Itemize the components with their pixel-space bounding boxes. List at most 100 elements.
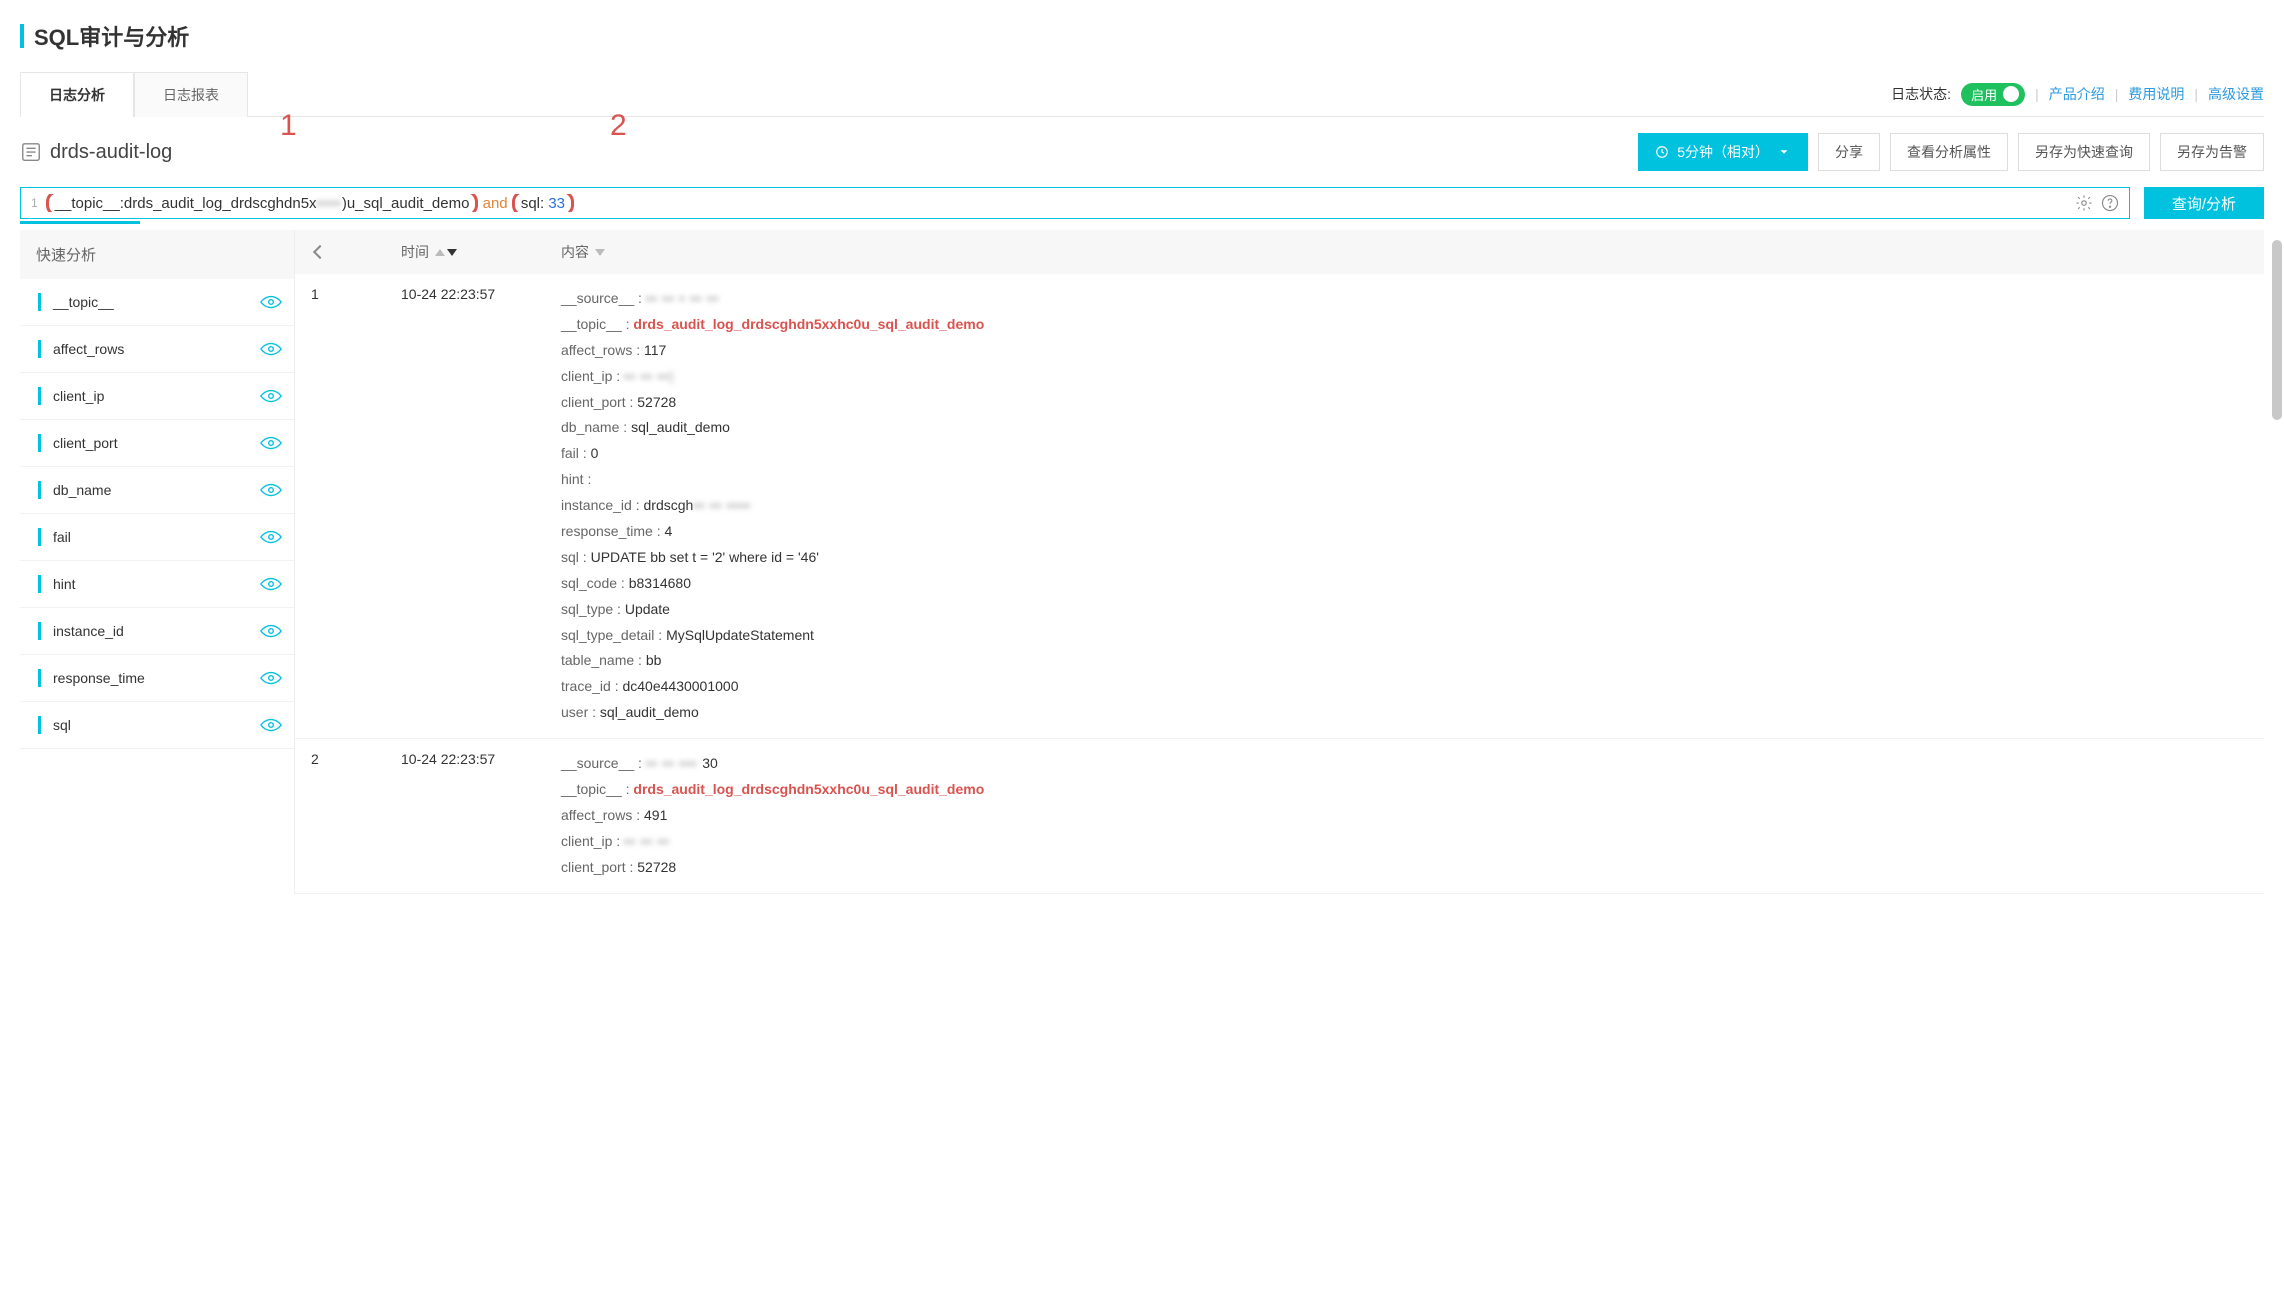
log-field: fail : 0 xyxy=(561,441,2248,467)
page-title: SQL审计与分析 xyxy=(34,20,189,52)
field-name: instance_id xyxy=(53,623,260,639)
chevron-down-icon xyxy=(1777,145,1791,159)
log-field: sql_type_detail : MySqlUpdateStatement xyxy=(561,623,2248,649)
time-range-button[interactable]: 5分钟（相对） xyxy=(1638,133,1808,171)
link-product-intro[interactable]: 产品介绍 xyxy=(2049,84,2105,104)
query-attributes-button[interactable]: 查看分析属性 xyxy=(1890,133,2008,171)
logstore-name: drds-audit-log xyxy=(20,141,172,164)
log-field: client_ip : ▪▪ ▪▪ ▪▪| xyxy=(561,364,2248,390)
share-button[interactable]: 分享 xyxy=(1818,133,1880,171)
log-field: __source__ : ▪▪ ▪▪ ▪▪▪ 30 xyxy=(561,751,2248,777)
log-field: __topic__ : drds_audit_log_drdscghdn5xxh… xyxy=(561,777,2248,803)
field-item-response_time[interactable]: response_time xyxy=(20,655,294,702)
toggle-text: 启用 xyxy=(1971,85,1997,104)
log-field: client_ip : ▪▪ ▪▪ ▪▪ xyxy=(561,829,2248,855)
sidebar-title: 快速分析 xyxy=(20,230,294,279)
query-input[interactable]: 1 __topic__:drds_audit_log_drdscghdn5x▪▪… xyxy=(20,187,2130,219)
column-header-content[interactable]: 内容 xyxy=(561,242,2248,262)
log-field: client_port : 52728 xyxy=(561,390,2248,416)
log-field: sql_type : Update xyxy=(561,597,2248,623)
row-index: 1 xyxy=(311,286,401,726)
page-title-bar: SQL审计与分析 xyxy=(20,10,2264,72)
log-field: sql : UPDATE bb set t = '2' where id = '… xyxy=(561,545,2248,571)
field-name: client_ip xyxy=(53,388,260,404)
field-name: client_port xyxy=(53,435,260,451)
log-field: __topic__ : drds_audit_log_drdscghdn5xxh… xyxy=(561,312,2248,338)
field-item-__topic__[interactable]: __topic__ xyxy=(20,279,294,326)
row-time: 10-24 22:23:57 xyxy=(401,286,561,726)
link-advanced-settings[interactable]: 高级设置 xyxy=(2208,84,2264,104)
clock-icon xyxy=(1655,145,1669,159)
logstore-icon xyxy=(20,141,42,163)
log-field: user : sql_audit_demo xyxy=(561,700,2248,726)
field-name: response_time xyxy=(53,670,260,686)
eye-icon[interactable] xyxy=(260,530,282,544)
log-field: response_time : 4 xyxy=(561,519,2248,545)
eye-icon[interactable] xyxy=(260,389,282,403)
result-row: 1 10-24 22:23:57 __source__ : ▪▪ ▪▪ ▪ ▪▪… xyxy=(295,274,2264,739)
row-time: 10-24 22:23:57 xyxy=(401,751,561,880)
log-status-label: 日志状态: xyxy=(1891,84,1951,104)
save-as-search-button[interactable]: 另存为快速查询 xyxy=(2018,133,2150,171)
eye-icon[interactable] xyxy=(260,295,282,309)
help-icon[interactable] xyxy=(2101,194,2119,212)
field-item-sql[interactable]: sql xyxy=(20,702,294,749)
query-submit-button[interactable]: 查询/分析 xyxy=(2144,187,2264,219)
log-field: __source__ : ▪▪ ▪▪ ▪ ▪▪ ▪▪ xyxy=(561,286,2248,312)
log-field: hint : xyxy=(561,467,2248,493)
tab-log-report[interactable]: 日志报表 xyxy=(134,72,248,117)
row-content: __source__ : ▪▪ ▪▪ ▪ ▪▪ ▪▪__topic__ : dr… xyxy=(561,286,2248,726)
log-field: trace_id : dc40e4430001000 xyxy=(561,674,2248,700)
link-billing-info[interactable]: 费用说明 xyxy=(2128,84,2184,104)
accent-stripe xyxy=(20,24,24,48)
separator: | xyxy=(2035,86,2039,102)
field-item-db_name[interactable]: db_name xyxy=(20,467,294,514)
field-item-affect_rows[interactable]: affect_rows xyxy=(20,326,294,373)
result-row: 2 10-24 22:23:57 __source__ : ▪▪ ▪▪ ▪▪▪ … xyxy=(295,739,2264,893)
save-as-alert-button[interactable]: 另存为告警 xyxy=(2160,133,2264,171)
line-number: 1 xyxy=(31,196,38,210)
log-field: client_port : 52728 xyxy=(561,855,2248,881)
field-name: affect_rows xyxy=(53,341,260,357)
field-item-client_ip[interactable]: client_ip xyxy=(20,373,294,420)
field-name: hint xyxy=(53,576,260,592)
log-field: affect_rows : 117 xyxy=(561,338,2248,364)
tab-log-analysis[interactable]: 日志分析 xyxy=(20,72,134,117)
field-item-instance_id[interactable]: instance_id xyxy=(20,608,294,655)
sort-icon xyxy=(435,249,457,256)
quick-analysis-sidebar: 快速分析 __topic__ affect_rows client_ipclient… xyxy=(20,230,295,894)
query-accent-underline xyxy=(20,221,140,224)
log-field: sql_code : b8314680 xyxy=(561,571,2248,597)
field-name: db_name xyxy=(53,482,260,498)
field-item-client_port[interactable]: client_port xyxy=(20,420,294,467)
eye-icon[interactable] xyxy=(260,624,282,638)
field-name: fail xyxy=(53,529,260,545)
results-panel: 时间 内容 1 10-24 22:23:57 __source__ : ▪▪ ▪… xyxy=(295,230,2264,894)
field-item-fail[interactable]: fail xyxy=(20,514,294,561)
separator: | xyxy=(2194,86,2198,102)
eye-icon[interactable] xyxy=(260,436,282,450)
eye-icon[interactable] xyxy=(260,718,282,732)
prev-page-button[interactable] xyxy=(311,244,401,260)
eye-icon[interactable] xyxy=(260,483,282,497)
eye-icon[interactable] xyxy=(260,671,282,685)
eye-icon[interactable] xyxy=(260,577,282,591)
field-name: sql xyxy=(53,717,260,733)
row-content: __source__ : ▪▪ ▪▪ ▪▪▪ 30__topic__ : drd… xyxy=(561,751,2248,880)
eye-icon[interactable] xyxy=(260,342,282,356)
gear-icon[interactable] xyxy=(2075,194,2093,212)
log-field: instance_id : drdscgh▪▪ ▪▪ ▪▪▪▪ xyxy=(561,493,2248,519)
log-field: db_name : sql_audit_demo xyxy=(561,415,2248,441)
field-item-hint[interactable]: hint xyxy=(20,561,294,608)
query-text: __topic__:drds_audit_log_drdscghdn5x▪▪▪▪… xyxy=(46,194,2075,212)
column-header-time[interactable]: 时间 xyxy=(401,242,561,262)
log-field: table_name : bb xyxy=(561,648,2248,674)
log-field: affect_rows : 491 xyxy=(561,803,2248,829)
row-index: 2 xyxy=(311,751,401,880)
toggle-knob xyxy=(2003,86,2019,102)
field-name: __topic__ xyxy=(53,294,260,310)
sort-icon xyxy=(595,249,605,256)
scrollbar[interactable] xyxy=(2272,240,2282,420)
log-status-toggle[interactable]: 启用 xyxy=(1961,83,2025,106)
separator: | xyxy=(2115,86,2119,102)
